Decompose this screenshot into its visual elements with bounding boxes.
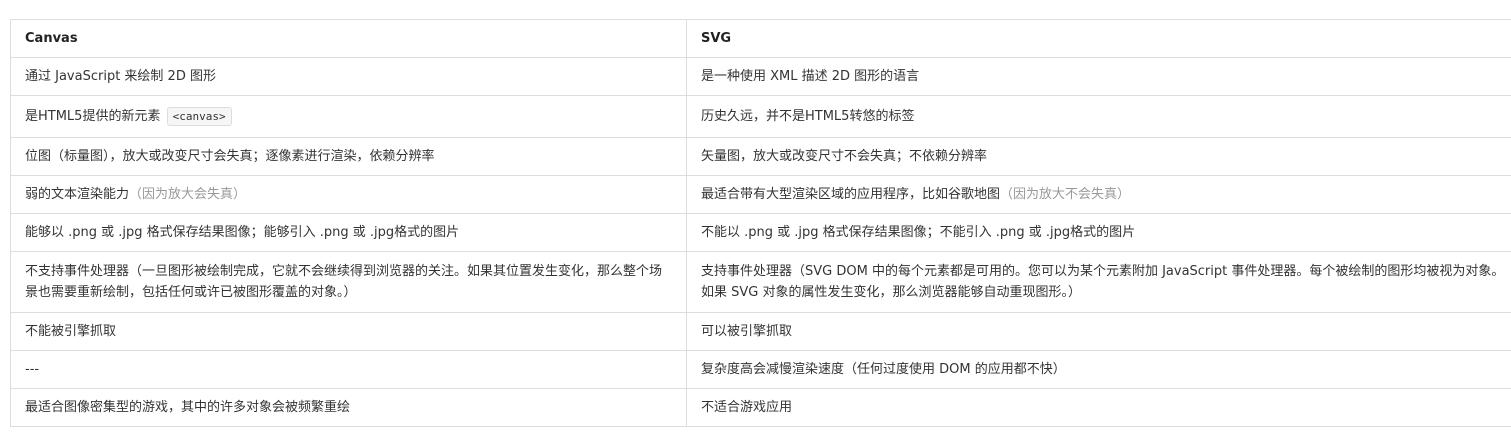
cell-svg: 可以被引擎抓取 xyxy=(686,312,1511,351)
cell-svg: 矢量图，放大或改变尺寸不会失真；不依赖分辨率 xyxy=(686,137,1511,176)
cell-svg: 是一种使用 XML 描述 2D 图形的语言 xyxy=(686,57,1511,96)
table-row: 是HTML5提供的新元素 <canvas> 历史久远，并不是HTML5转悠的标签 xyxy=(10,95,1511,138)
cell-svg: 不能以 .png 或 .jpg 格式保存结果图像；不能引入 .png 或 .jp… xyxy=(686,213,1511,252)
table-row: 弱的文本渲染能力（因为放大会失真） 最适合带有大型渲染区域的应用程序，比如谷歌地… xyxy=(10,175,1511,214)
cell-canvas: 是HTML5提供的新元素 <canvas> xyxy=(10,95,687,138)
cell-svg: 历史久远，并不是HTML5转悠的标签 xyxy=(686,95,1511,138)
canvas-vs-svg-table: Canvas SVG 通过 JavaScript 来绘制 2D 图形 是一种使用… xyxy=(10,19,1511,427)
cell-svg: 支持事件处理器（SVG DOM 中的每个元素都是可用的。您可以为某个元素附加 J… xyxy=(686,251,1511,313)
cell-canvas: 不能被引擎抓取 xyxy=(10,312,687,351)
cell-canvas: 弱的文本渲染能力（因为放大会失真） xyxy=(10,175,687,214)
cell-canvas: 位图（标量图），放大或改变尺寸会失真；逐像素进行渲染，依赖分辨率 xyxy=(10,137,687,176)
cell-svg-text: 最适合带有大型渲染区域的应用程序，比如谷歌地图 xyxy=(701,187,1001,202)
inline-code-canvas-tag: <canvas> xyxy=(166,107,232,126)
cell-canvas-note: （因为放大会失真） xyxy=(129,187,247,202)
table-row: 通过 JavaScript 来绘制 2D 图形 是一种使用 XML 描述 2D … xyxy=(10,57,1511,96)
table-row: 能够以 .png 或 .jpg 格式保存结果图像；能够引入 .png 或 .jp… xyxy=(10,213,1511,252)
cell-canvas: 最适合图像密集型的游戏，其中的许多对象会被频繁重绘 xyxy=(10,388,687,427)
cell-svg-note: （因为放大不会失真） xyxy=(1000,187,1131,202)
cell-svg: 最适合带有大型渲染区域的应用程序，比如谷歌地图（因为放大不会失真） xyxy=(686,175,1511,214)
table-row: 位图（标量图），放大或改变尺寸会失真；逐像素进行渲染，依赖分辨率 矢量图，放大或… xyxy=(10,137,1511,176)
comparison-table-container: Canvas SVG 通过 JavaScript 来绘制 2D 图形 是一种使用… xyxy=(10,19,1511,427)
cell-canvas: 通过 JavaScript 来绘制 2D 图形 xyxy=(10,57,687,96)
cell-svg: 不适合游戏应用 xyxy=(686,388,1511,427)
table-header-row: Canvas SVG xyxy=(10,19,1511,58)
table-row: 最适合图像密集型的游戏，其中的许多对象会被频繁重绘 不适合游戏应用 xyxy=(10,388,1511,427)
table-row: --- 复杂度高会减慢渲染速度（任何过度使用 DOM 的应用都不快） xyxy=(10,350,1511,389)
header-canvas: Canvas xyxy=(10,19,687,58)
cell-canvas: --- xyxy=(10,350,687,389)
cell-canvas-text: 是HTML5提供的新元素 xyxy=(25,109,161,124)
cell-svg: 复杂度高会减慢渲染速度（任何过度使用 DOM 的应用都不快） xyxy=(686,350,1511,389)
table-row: 不能被引擎抓取 可以被引擎抓取 xyxy=(10,312,1511,351)
cell-canvas: 能够以 .png 或 .jpg 格式保存结果图像；能够引入 .png 或 .jp… xyxy=(10,213,687,252)
cell-canvas-text: 弱的文本渲染能力 xyxy=(25,187,130,202)
header-svg: SVG xyxy=(686,19,1511,58)
table-row: 不支持事件处理器（一旦图形被绘制完成，它就不会继续得到浏览器的关注。如果其位置发… xyxy=(10,251,1511,313)
cell-canvas: 不支持事件处理器（一旦图形被绘制完成，它就不会继续得到浏览器的关注。如果其位置发… xyxy=(10,251,687,313)
